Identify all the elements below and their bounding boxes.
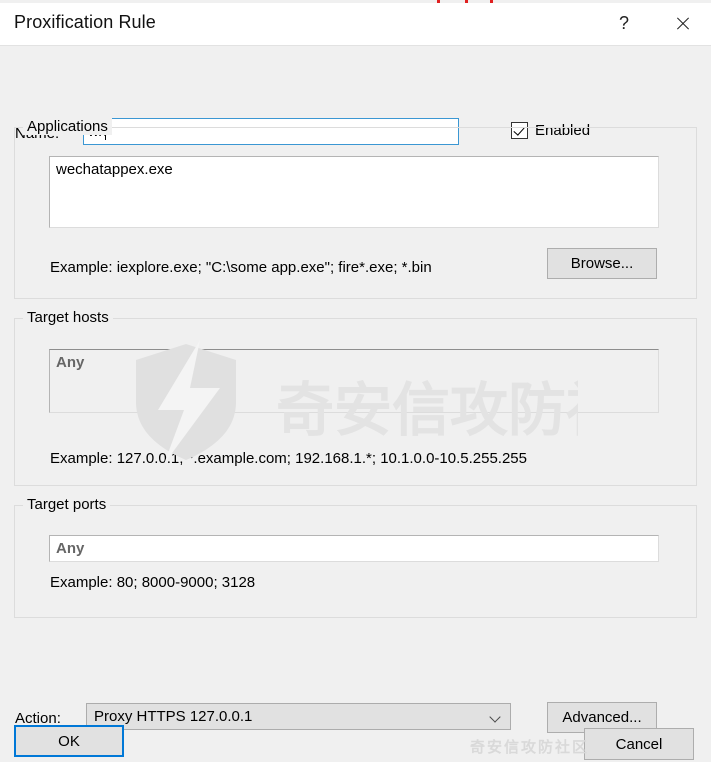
target-ports-example: Example: 80; 8000-9000; 3128 xyxy=(50,574,256,591)
dialog-body: 奇安信攻防社区 Name: Enabled Applications wecha… xyxy=(0,46,711,760)
close-icon[interactable] xyxy=(659,3,705,44)
applications-example: Example: iexplore.exe; "C:\some app.exe"… xyxy=(50,259,432,276)
close-glyph xyxy=(675,16,690,31)
target-ports-input[interactable]: Any xyxy=(49,535,659,562)
ok-label: OK xyxy=(58,732,80,750)
applications-group-title: Applications xyxy=(23,118,112,135)
target-hosts-example: Example: 127.0.0.1; *.example.com; 192.1… xyxy=(50,450,527,467)
title-bar: Proxification Rule ? xyxy=(0,3,711,46)
action-select[interactable]: Proxy HTTPS 127.0.0.1 xyxy=(86,703,511,730)
applications-input[interactable]: wechatappex.exe xyxy=(49,156,659,228)
target-hosts-group-title: Target hosts xyxy=(23,309,113,326)
target-hosts-value: Any xyxy=(56,354,85,371)
ok-button[interactable]: OK xyxy=(14,725,124,757)
advanced-label: Advanced... xyxy=(562,709,642,726)
target-ports-value: Any xyxy=(56,540,85,557)
target-ports-group-title: Target ports xyxy=(23,496,111,513)
help-icon[interactable]: ? xyxy=(601,3,647,44)
action-selected-value: Proxy HTTPS 127.0.0.1 xyxy=(94,708,253,725)
browse-label: Browse... xyxy=(570,255,634,272)
cancel-label: Cancel xyxy=(615,735,663,753)
cancel-button[interactable]: Cancel xyxy=(584,728,694,760)
browse-button[interactable]: Browse... xyxy=(547,248,657,279)
target-hosts-input[interactable]: Any xyxy=(49,349,659,413)
window-title: Proxification Rule xyxy=(14,12,156,32)
applications-value: wechatappex.exe xyxy=(56,161,173,178)
help-glyph: ? xyxy=(618,13,629,33)
chevron-down-icon xyxy=(491,713,500,722)
